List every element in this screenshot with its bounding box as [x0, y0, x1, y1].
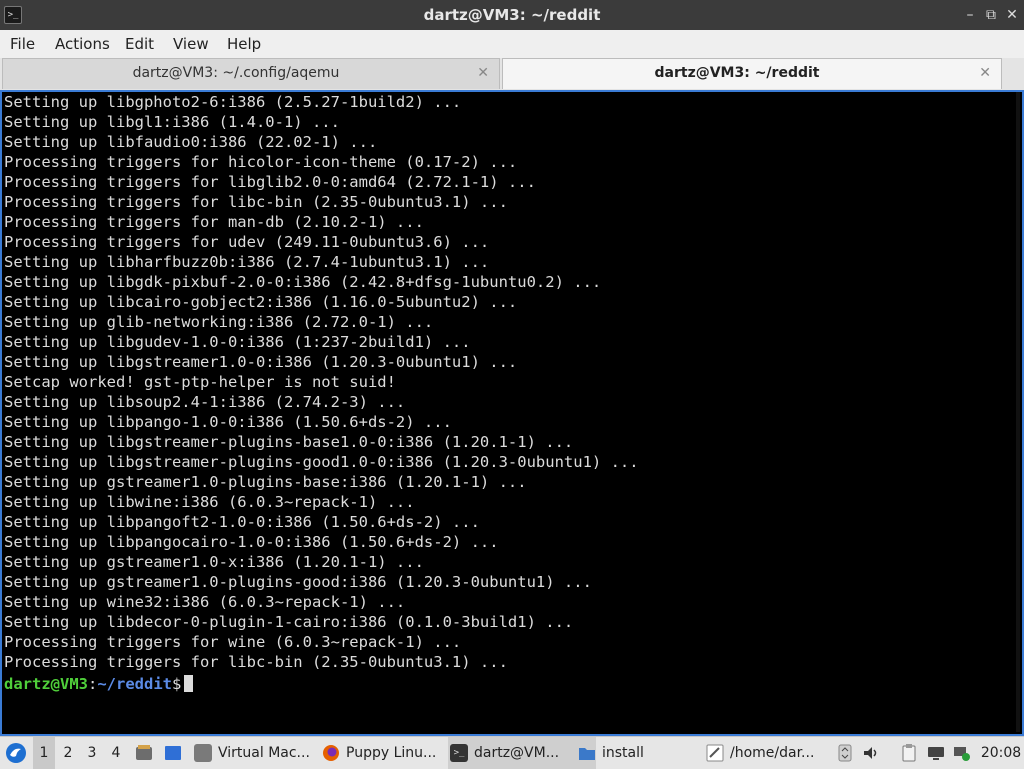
menu-bar: File Actions Edit View Help — [0, 30, 1024, 59]
workspace-4[interactable]: 4 — [105, 737, 127, 769]
tab-close-icon[interactable]: ✕ — [979, 65, 991, 81]
clock[interactable]: 20:08 — [980, 737, 1022, 769]
window-titlebar[interactable]: >_ dartz@VM3: ~/reddit – ⧉ ✕ — [0, 0, 1024, 30]
task-label: dartz@VM... — [474, 745, 560, 761]
terminal-line: Processing triggers for man-db (2.10.2-1… — [4, 213, 424, 231]
workspace-1[interactable]: 1 — [33, 737, 55, 769]
tab-close-icon[interactable]: ✕ — [477, 65, 489, 81]
display-icon[interactable] — [927, 744, 945, 762]
terminal-line: Setting up libgphoto2-6:i386 (2.5.27-1bu… — [4, 93, 462, 111]
task-terminal[interactable]: >_ dartz@VM... — [448, 737, 596, 769]
terminal-line: Setting up glib-networking:i386 (2.72.0-… — [4, 313, 434, 331]
terminal-line: Setting up libpango-1.0-0:i386 (1.50.6+d… — [4, 413, 452, 431]
terminal-line: Setting up libpangocairo-1.0-0:i386 (1.5… — [4, 533, 499, 551]
terminal-scrollbar[interactable] — [1016, 92, 1020, 732]
menu-file[interactable]: File — [10, 35, 35, 53]
start-menu-button[interactable] — [4, 737, 28, 769]
terminal-line: Setting up libgstreamer-plugins-good1.0-… — [4, 453, 639, 471]
tab-label: dartz@VM3: ~/.config/aqemu — [132, 65, 340, 81]
terminal-line: Processing triggers for libc-bin (2.35-0… — [4, 193, 508, 211]
tab-reddit[interactable]: dartz@VM3: ~/reddit ✕ — [502, 58, 1002, 89]
terminal-lines: Setting up libgphoto2-6:i386 (2.5.27-1bu… — [4, 92, 639, 672]
prompt-path: ~/reddit — [97, 675, 172, 693]
tab-aqemu[interactable]: dartz@VM3: ~/.config/aqemu ✕ — [2, 58, 500, 89]
task-virtual-machine[interactable]: Virtual Mac... — [192, 737, 340, 769]
menu-actions[interactable]: Actions — [55, 35, 110, 53]
text-editor-icon — [706, 744, 724, 762]
text-cursor — [184, 675, 194, 692]
menu-edit[interactable]: Edit — [125, 35, 154, 53]
terminal-line: Processing triggers for udev (249.11-0ub… — [4, 233, 490, 251]
task-label: install — [602, 745, 644, 761]
terminal-line: Setting up libcairo-gobject2:i386 (1.16.… — [4, 293, 518, 311]
clipboard-icon[interactable] — [900, 744, 918, 762]
task-label: Puppy Linu... — [346, 745, 437, 761]
workspace-3[interactable]: 3 — [81, 737, 103, 769]
folder-icon — [579, 748, 595, 760]
network-icon[interactable] — [952, 744, 970, 762]
file-manager-icon — [136, 745, 152, 760]
terminal-line: Processing triggers for libglib2.0-0:amd… — [4, 173, 536, 191]
taskbar: 1 2 3 4 Virtual Mac... Puppy Linu... >_ … — [0, 736, 1024, 769]
lubuntu-start-icon — [6, 743, 26, 763]
terminal-line: Setcap worked! gst-ptp-helper is not sui… — [4, 373, 396, 391]
window-title: dartz@VM3: ~/reddit — [423, 6, 601, 24]
desktop-icon — [165, 746, 181, 760]
prompt-separator: : — [88, 675, 98, 693]
terminal-line: Setting up gstreamer1.0-plugins-good:i38… — [4, 573, 592, 591]
terminal-line: Processing triggers for wine (6.0.3~repa… — [4, 633, 462, 651]
show-desktop-button[interactable] — [163, 737, 183, 769]
terminal-line: Setting up libdecor-0-plugin-1-cairo:i38… — [4, 613, 574, 631]
task-label: /home/dar... — [730, 745, 815, 761]
prompt-user-host: dartz@VM3 — [4, 675, 88, 693]
maximize-button[interactable]: ⧉ — [983, 6, 999, 24]
task-label: Virtual Mac... — [218, 745, 310, 761]
volume-icon[interactable] — [862, 744, 880, 762]
prompt-symbol: $ — [172, 675, 182, 693]
task-install-folder[interactable]: install — [576, 737, 724, 769]
minimize-button[interactable]: – — [962, 6, 978, 24]
terminal-icon: >_ — [450, 744, 468, 762]
terminal-line: Setting up libharfbuzz0b:i386 (2.7.4-1ub… — [4, 253, 490, 271]
tab-bar: dartz@VM3: ~/.config/aqemu ✕ dartz@VM3: … — [0, 58, 1024, 90]
shell-prompt[interactable]: dartz@VM3:~/reddit$ — [4, 674, 194, 694]
task-puppy-linux[interactable]: Puppy Linu... — [320, 737, 468, 769]
terminal-line: Setting up libgudev-1.0-0:i386 (1:237-2b… — [4, 333, 471, 351]
terminal-line: Processing triggers for libc-bin (2.35-0… — [4, 653, 508, 671]
terminal-line: Setting up libgstreamer1.0-0:i386 (1.20.… — [4, 353, 518, 371]
tab-label: dartz@VM3: ~/reddit — [654, 65, 820, 81]
terminal-output[interactable]: Setting up libgphoto2-6:i386 (2.5.27-1bu… — [0, 90, 1024, 736]
menu-view[interactable]: View — [173, 35, 209, 53]
scroll-arrows-icon[interactable] — [836, 744, 854, 762]
terminal-line: Setting up libwine:i386 (6.0.3~repack-1)… — [4, 493, 415, 511]
terminal-line: Setting up libfaudio0:i386 (22.02-1) ... — [4, 133, 378, 151]
virtualbox-icon — [194, 744, 212, 762]
task-home-editor[interactable]: /home/dar... — [704, 737, 852, 769]
menu-help[interactable]: Help — [227, 35, 261, 53]
firefox-icon — [323, 745, 339, 761]
terminal-line: Setting up gstreamer1.0-plugins-base:i38… — [4, 473, 527, 491]
file-manager-launcher[interactable] — [134, 737, 154, 769]
close-button[interactable]: ✕ — [1004, 6, 1020, 24]
terminal-line: Setting up libsoup2.4-1:i386 (2.74.2-3) … — [4, 393, 406, 411]
terminal-line: Setting up wine32:i386 (6.0.3~repack-1) … — [4, 593, 406, 611]
terminal-line: Setting up libgdk-pixbuf-2.0-0:i386 (2.4… — [4, 273, 602, 291]
terminal-line: Processing triggers for hicolor-icon-the… — [4, 153, 518, 171]
terminal-line: Setting up libpangoft2-1.0-0:i386 (1.50.… — [4, 513, 480, 531]
terminal-line: Setting up libgstreamer-plugins-base1.0-… — [4, 433, 574, 451]
terminal-line: Setting up gstreamer1.0-x:i386 (1.20.1-1… — [4, 553, 424, 571]
terminal-line: Setting up libgl1:i386 (1.4.0-1) ... — [4, 113, 340, 131]
workspace-2[interactable]: 2 — [57, 737, 79, 769]
